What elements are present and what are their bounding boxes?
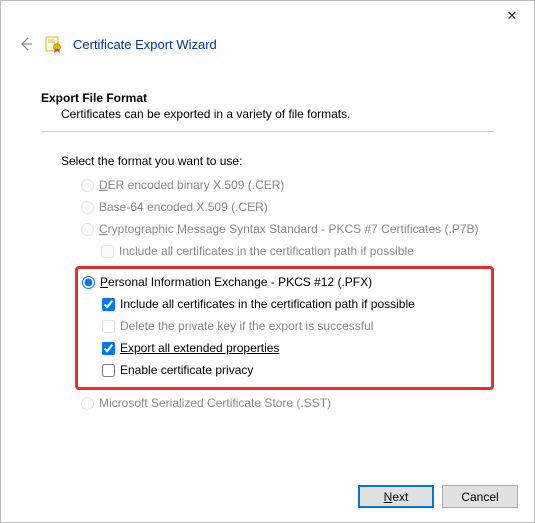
radio-pfx[interactable]	[82, 276, 95, 289]
radio-pfx-label[interactable]: Personal Information Exchange - PKCS #12…	[100, 275, 372, 289]
checkbox-pkcs7-include-label: Include all certificates in the certific…	[119, 244, 414, 258]
radio-base64-label: Base-64 encoded X.509 (.CER)	[99, 200, 268, 214]
radio-der-label: DER encoded binary X.509 (.CER)	[99, 178, 284, 192]
radio-pkcs7-label: Cryptographic Message Syntax Standard - …	[99, 222, 479, 236]
section-description: Certificates can be exported in a variet…	[41, 107, 494, 121]
divider	[41, 131, 494, 132]
wizard-title: Certificate Export Wizard	[73, 37, 217, 52]
select-format-label: Select the format you want to use:	[41, 154, 494, 168]
highlight-box: Personal Information Exchange - PKCS #12…	[75, 266, 494, 390]
checkbox-pfx-extended[interactable]	[102, 342, 115, 355]
close-button[interactable]: ✕	[492, 3, 532, 29]
checkbox-pfx-privacy[interactable]	[102, 364, 115, 377]
back-arrow-icon[interactable]	[17, 35, 35, 53]
certificate-icon	[45, 35, 63, 53]
checkbox-pfx-extended-label[interactable]: Export all extended properties	[120, 341, 279, 355]
next-button[interactable]: Next	[358, 485, 434, 508]
radio-der	[81, 179, 94, 192]
checkbox-pfx-delete	[102, 320, 115, 333]
checkbox-pkcs7-include	[101, 245, 114, 258]
close-icon: ✕	[507, 8, 518, 24]
section-title: Export File Format	[41, 91, 494, 105]
radio-pkcs7	[81, 223, 94, 236]
checkbox-pfx-include[interactable]	[102, 298, 115, 311]
checkbox-pfx-include-label[interactable]: Include all certificates in the certific…	[120, 297, 415, 311]
checkbox-pfx-privacy-label[interactable]: Enable certificate privacy	[120, 363, 253, 377]
checkbox-pfx-delete-label: Delete the private key if the export is …	[120, 319, 373, 333]
radio-sst-label: Microsoft Serialized Certificate Store (…	[99, 396, 331, 410]
radio-base64	[81, 201, 94, 214]
radio-sst	[81, 397, 94, 410]
cancel-button[interactable]: Cancel	[442, 485, 518, 508]
